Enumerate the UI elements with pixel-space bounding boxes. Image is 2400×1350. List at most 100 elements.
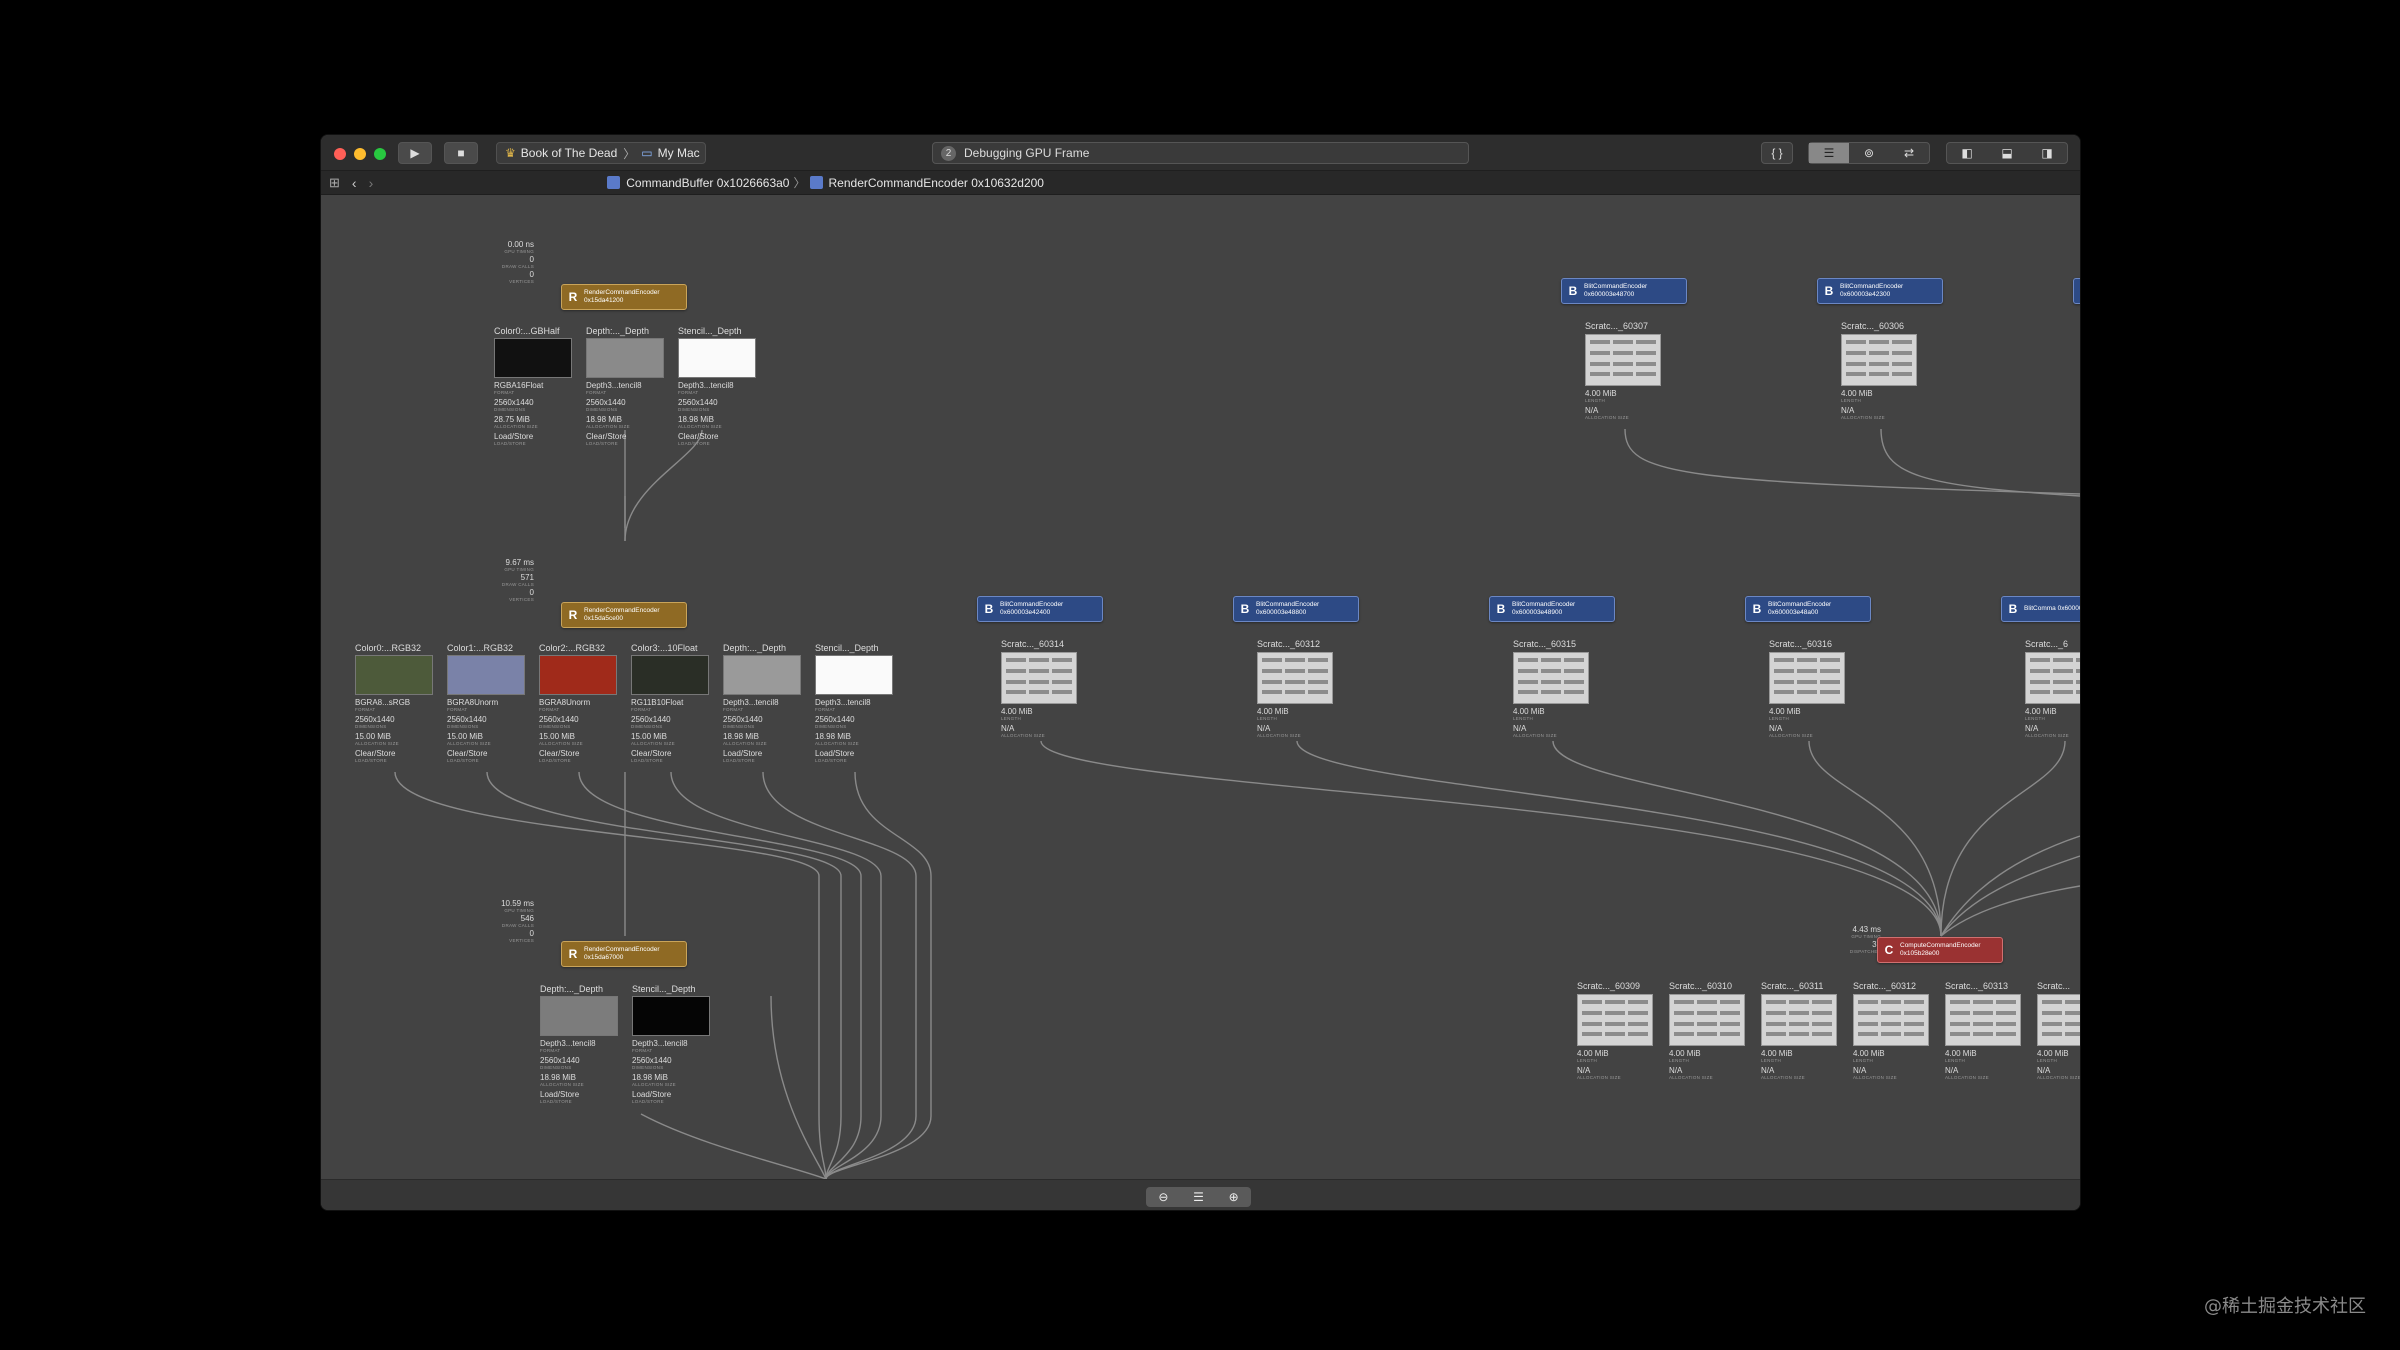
buffer-icon-cell	[2042, 1010, 2062, 1015]
buffer-icon	[1853, 994, 1929, 1046]
attachment-format: Depth3...tencil8	[540, 1039, 596, 1048]
inspector-toggle-button[interactable]: ◨	[2027, 143, 2067, 163]
forward-button[interactable]: ›	[369, 175, 374, 191]
allocation-size-label: ALLOCATION SIZE	[2037, 1075, 2080, 1080]
attachment-node[interactable]: Color0:...GBHalf RGBA16Float FORMAT 2560x14…	[494, 326, 574, 446]
buffer-icon-cell	[1006, 679, 1026, 684]
buffer-node[interactable]: Scratc... 4.00 MiB LENGTH N/A ALLOCATION SIZ…	[2037, 981, 2080, 1080]
buffer-node[interactable]: Scratc..._60311 4.00 MiB LENGTH N/A ALLOCATI…	[1761, 981, 1843, 1080]
blit-encoder-node[interactable]: B BlitCommandEncoder 0x600003e42300	[1817, 278, 1943, 304]
buffer-icon-cell	[1308, 679, 1328, 684]
buffer-node[interactable]: Scratc..._60313 4.00 MiB LENGTH N/A ALLOCATI…	[1945, 981, 2027, 1080]
attachment-size: 18.98 MiB	[540, 1073, 577, 1082]
allocation-size-label: ALLOCATION SIZE	[1257, 733, 1301, 738]
attachment-node[interactable]: Color1:...RGB32 BGRA8Unorm FORMAT 2560x1440…	[447, 643, 527, 763]
buffer-icon-cell	[1766, 1000, 1786, 1004]
dimensions-label: DIMENSIONS	[586, 407, 618, 412]
dependency-graph-canvas[interactable]: 0.00 ns GPU TIMING 0 DRAW CALLS 0 VERTICES R Re…	[321, 196, 2080, 1179]
minimize-window-button[interactable]	[354, 148, 366, 160]
library-button[interactable]: { }	[1761, 142, 1793, 164]
buffer-icon-cell	[1846, 361, 1866, 366]
buffer-icon-cell	[1674, 1032, 1694, 1037]
attachment-dimensions: 2560x1440	[631, 715, 671, 724]
blit-encoder-node[interactable]: B BlitCommandEncoder 0x600003e42400	[977, 596, 1103, 622]
attachment-node[interactable]: Color3:...10Float RG11B10Float FORMAT 2560x…	[631, 643, 711, 763]
close-window-button[interactable]	[334, 148, 346, 160]
zoom-fit-icon[interactable]: ☰	[1193, 1190, 1204, 1204]
buffer-icon-cell	[1541, 690, 1561, 695]
buffer-icon-cell	[1797, 690, 1817, 695]
attachment-node[interactable]: Stencil..._Depth Depth3...tencil8 FORMAT 25…	[678, 326, 758, 446]
related-items-icon[interactable]: ⊞	[329, 175, 340, 191]
editor-mode-group: ☰ ⊚ ⇄	[1808, 142, 1930, 164]
standard-editor-button[interactable]: ☰	[1809, 143, 1849, 163]
buffer-icon	[2037, 994, 2080, 1046]
buffer-icon-cell	[1006, 668, 1026, 673]
breadcrumb-command-buffer[interactable]: CommandBuffer 0x1026663a0	[626, 176, 789, 190]
attachment-size: 18.98 MiB	[632, 1073, 669, 1082]
buffer-node[interactable]: Scratc..._60314 4.00 MiB LENGTH N/A ALLOCATI…	[1001, 639, 1083, 738]
version-editor-button[interactable]: ⇄	[1889, 143, 1929, 163]
zoom-window-button[interactable]	[374, 148, 386, 160]
stop-button[interactable]: ■	[444, 142, 478, 164]
encoder-name: RenderCommandEncoder 0x15da41200	[584, 289, 660, 304]
run-button[interactable]: ▶	[398, 142, 432, 164]
length-label: LENGTH	[2037, 1058, 2058, 1063]
buffer-icon-cell	[2076, 679, 2080, 684]
buffer-node[interactable]: Scratc..._60309 4.00 MiB LENGTH N/A ALLOCATI…	[1577, 981, 1659, 1080]
buffer-node[interactable]: Scratc..._60312 4.00 MiB LENGTH N/A ALLOCATI…	[1853, 981, 1935, 1080]
buffer-icon-cell	[1950, 1021, 1970, 1026]
blit-encoder-node[interactable]: B BlitComma 0x600003e4	[2001, 596, 2080, 622]
buffer-icon-cell	[1892, 340, 1912, 344]
buffer-length: 4.00 MiB	[1841, 389, 1873, 398]
attachment-node[interactable]: Color2:...RGB32 BGRA8Unorm FORMAT 2560x1440…	[539, 643, 619, 763]
buffer-icon-cell	[2053, 668, 2073, 673]
buffer-node[interactable]: Scratc..._6 4.00 MiB LENGTH N/A ALLOCATION S…	[2025, 639, 2080, 738]
attachment-node[interactable]: Stencil..._Depth Depth3...tencil8 FORMAT 25…	[632, 984, 712, 1104]
render-encoder-node[interactable]: R RenderCommandEncoder 0x15da5ce00	[561, 602, 687, 628]
buffer-icon-cell	[1605, 1010, 1625, 1015]
compute-encoder-node[interactable]: C ComputeCommandEncoder 0x105b28e00	[1877, 937, 2003, 963]
navigator-toggle-button[interactable]: ◧	[1947, 143, 1987, 163]
zoom-in-icon[interactable]: ⊕	[1229, 1190, 1239, 1204]
attachment-node[interactable]: Stencil..._Depth Depth3...tencil8 FORMAT 25…	[815, 643, 895, 763]
buffer-icon-cell	[2030, 679, 2050, 684]
buffer-node[interactable]: Scratc..._60316 4.00 MiB LENGTH N/A ALLOCATI…	[1769, 639, 1851, 738]
stat-value: 0	[529, 929, 534, 938]
buffer-icon-cell	[1846, 340, 1866, 344]
attachment-load-store: Load/Store	[723, 749, 763, 758]
stat-value: 571	[520, 573, 534, 582]
buffer-node[interactable]: Scratc..._60307 4.00 MiB LENGTH N/A ALLOCATI…	[1585, 321, 1667, 420]
buffer-icon-cell	[1518, 668, 1538, 673]
assistant-editor-button[interactable]: ⊚	[1849, 143, 1889, 163]
breadcrumb-render-encoder[interactable]: RenderCommandEncoder 0x10632d200	[829, 176, 1044, 190]
buffer-node[interactable]: Scratc..._60306 4.00 MiB LENGTH N/A ALLOCATI…	[1841, 321, 1923, 420]
buffer-icon-cell	[1789, 1021, 1809, 1026]
buffer-node[interactable]: Scratc..._60315 4.00 MiB LENGTH N/A ALLOCATI…	[1513, 639, 1595, 738]
scheme-selector[interactable]: ♛ Book of The Dead 〉 ▭ My Mac	[496, 142, 706, 164]
buffer-icon	[2025, 652, 2080, 704]
attachment-dimensions: 2560x1440	[355, 715, 395, 724]
dimensions-label: DIMENSIONS	[678, 407, 710, 412]
render-encoder-node[interactable]: R RenderCommandEncoder 0x15da41200	[561, 284, 687, 310]
debug-area-toggle-button[interactable]: ⬓	[1987, 143, 2027, 163]
buffer-icon-cell	[1797, 658, 1817, 662]
attachment-node[interactable]: Depth:..._Depth Depth3...tencil8 FORMAT 256…	[723, 643, 803, 763]
render-encoder-node[interactable]: R RenderCommandEncoder 0x15da67000	[561, 941, 687, 967]
blit-encoder-node[interactable]	[2073, 278, 2080, 304]
attachment-node[interactable]: Color0:...RGB32 BGRA8...sRGB FORMAT 2560x14…	[355, 643, 435, 763]
buffer-icon-cell	[1582, 1021, 1602, 1026]
attachment-size: 18.98 MiB	[586, 415, 623, 424]
attachment-node[interactable]: Depth:..._Depth Depth3...tencil8 FORMAT 256…	[586, 326, 666, 446]
blit-encoder-node[interactable]: B BlitCommandEncoder 0x600003e48800	[1233, 596, 1359, 622]
back-button[interactable]: ‹	[352, 175, 357, 191]
buffer-icon-cell	[1674, 1010, 1694, 1015]
zoom-out-icon[interactable]: ⊖	[1158, 1190, 1168, 1204]
blit-encoder-node[interactable]: B BlitCommandEncoder 0x600003e48700	[1561, 278, 1687, 304]
attachment-node[interactable]: Depth:..._Depth Depth3...tencil8 FORMAT 256…	[540, 984, 620, 1104]
bottom-bar: ⊖ ☰ ⊕	[321, 1179, 2080, 1210]
buffer-node[interactable]: Scratc..._60312 4.00 MiB LENGTH N/A ALLOCATI…	[1257, 639, 1339, 738]
blit-encoder-node[interactable]: B BlitCommandEncoder 0x600003e48900	[1489, 596, 1615, 622]
buffer-node[interactable]: Scratc..._60310 4.00 MiB LENGTH N/A ALLOCATI…	[1669, 981, 1751, 1080]
blit-encoder-node[interactable]: B BlitCommandEncoder 0x600003e48a00	[1745, 596, 1871, 622]
